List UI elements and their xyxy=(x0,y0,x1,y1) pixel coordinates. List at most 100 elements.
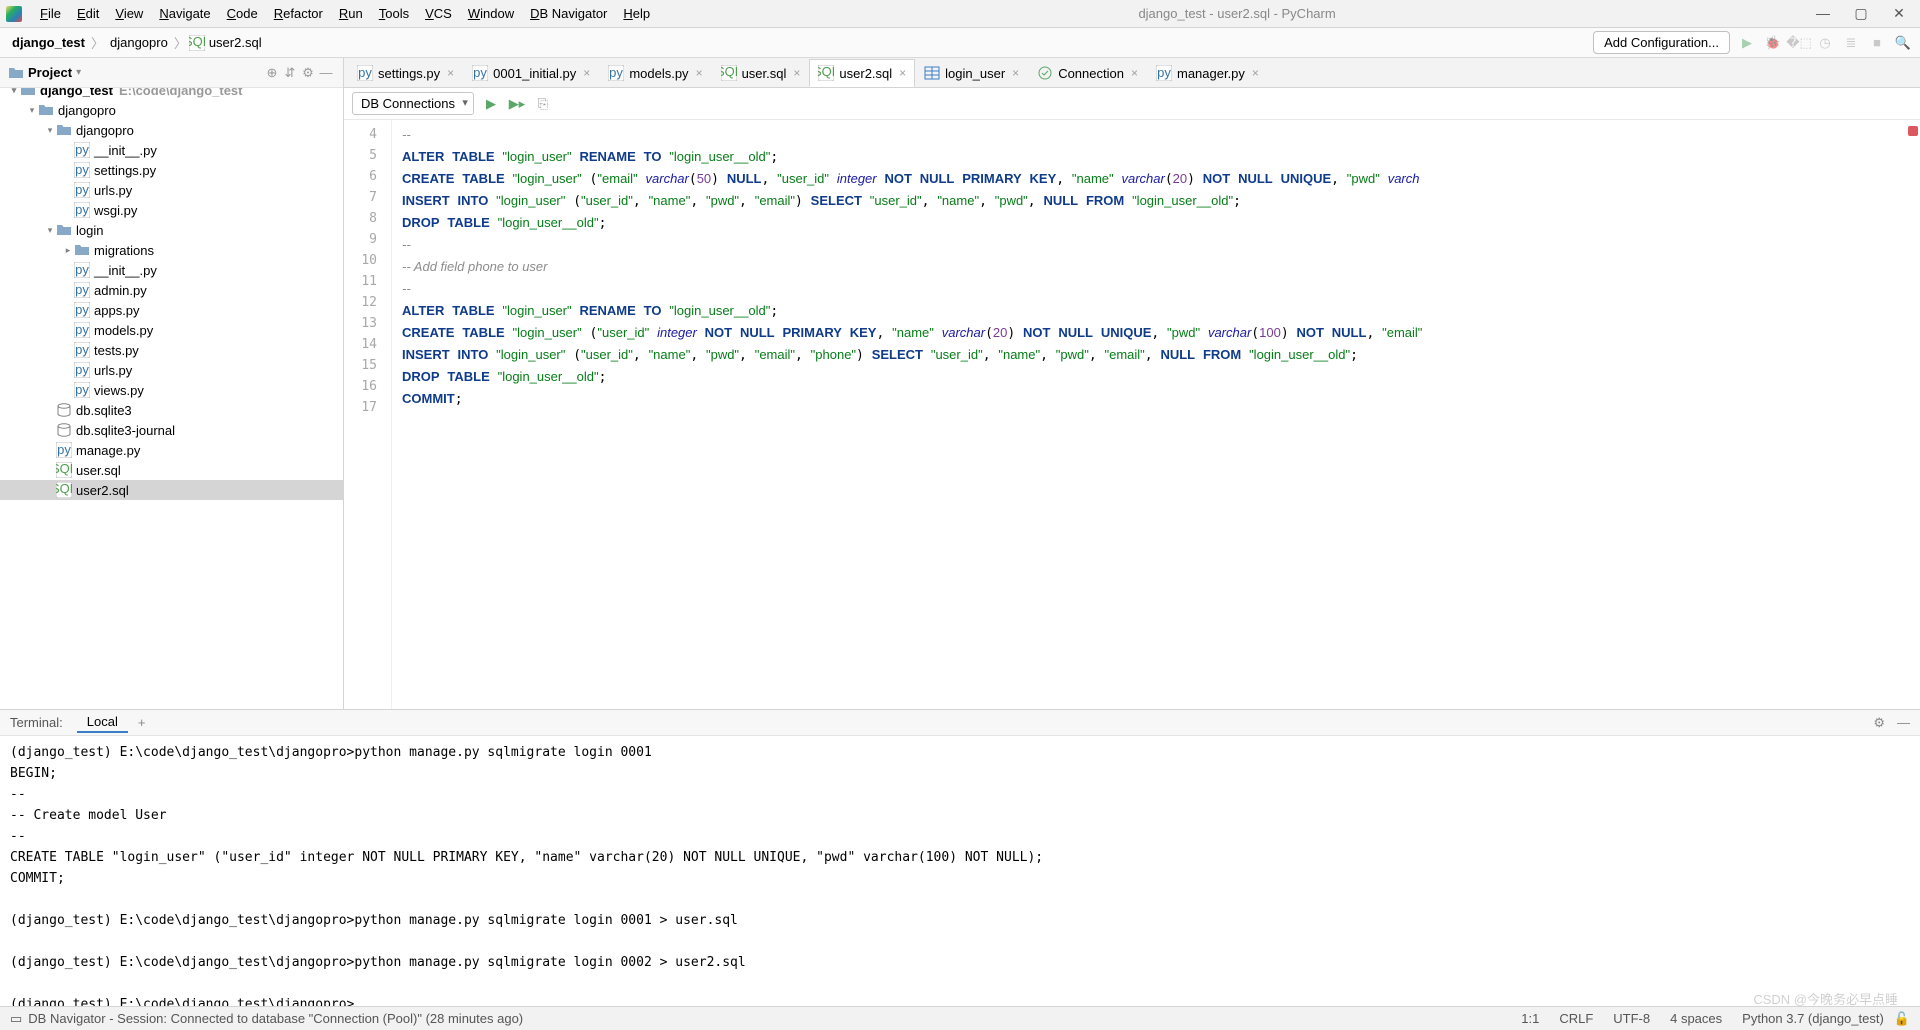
search-icon[interactable]: 🔍 xyxy=(1894,34,1912,52)
tree-node[interactable]: db.sqlite3 xyxy=(0,400,343,420)
db-toolbar: DB Connections ▶ ▶▸ ⎘ xyxy=(344,88,1920,120)
target-icon[interactable]: ⊕ xyxy=(263,64,281,82)
profile-icon[interactable]: ◷ xyxy=(1816,34,1834,52)
tab-close-icon[interactable]: × xyxy=(696,66,703,80)
project-panel-header: Project ▾ ⊕ ⇵ ⚙ — xyxy=(0,58,343,88)
breadcrumb-root[interactable]: django_test xyxy=(8,35,89,50)
tree-node[interactable]: wsgi.py xyxy=(0,200,343,220)
menu-refactor[interactable]: Refactor xyxy=(266,1,331,27)
tree-node[interactable]: manage.py xyxy=(0,440,343,460)
stop-icon[interactable]: ■ xyxy=(1868,34,1886,52)
project-tree[interactable]: ▾django_test E:\code\django_test▾djangop… xyxy=(0,88,343,709)
tree-node[interactable]: user2.sql xyxy=(0,480,343,500)
editor-tab[interactable]: user.sql× xyxy=(712,59,810,87)
status-interpreter[interactable]: Python 3.7 (django_test) xyxy=(1732,1011,1894,1026)
editor-tab[interactable]: 0001_initial.py× xyxy=(463,59,599,87)
editor-tab[interactable]: login_user× xyxy=(915,59,1028,87)
tab-close-icon[interactable]: × xyxy=(583,66,590,80)
menu-edit[interactable]: Edit xyxy=(69,1,107,27)
tab-close-icon[interactable]: × xyxy=(899,66,906,80)
menu-help[interactable]: Help xyxy=(615,1,658,27)
project-tool-window: Project ▾ ⊕ ⇵ ⚙ — ▾django_test E:\code\d… xyxy=(0,58,344,709)
debug-icon[interactable]: 🐞 xyxy=(1764,34,1782,52)
add-terminal-icon[interactable]: + xyxy=(138,715,146,730)
menu-db-navigator[interactable]: DB Navigator xyxy=(522,1,615,27)
status-lock-icon[interactable]: 🔓 xyxy=(1894,1011,1910,1027)
sql-icon xyxy=(721,65,737,81)
project-panel-title[interactable]: Project xyxy=(28,65,72,80)
query-plan-icon[interactable]: ⎘ xyxy=(534,95,552,113)
close-icon[interactable]: ✕ xyxy=(1892,5,1906,22)
tree-node[interactable]: models.py xyxy=(0,320,343,340)
tree-node[interactable]: ▾djangopro xyxy=(0,100,343,120)
db-connections-dropdown[interactable]: DB Connections xyxy=(352,92,474,115)
code-content[interactable]: -- ALTER TABLE "login_user" RENAME TO "l… xyxy=(392,120,1920,709)
menu-tools[interactable]: Tools xyxy=(371,1,417,27)
tree-arrow-icon[interactable]: ▾ xyxy=(44,225,56,236)
menu-vcs[interactable]: VCS xyxy=(417,1,460,27)
attach-icon[interactable]: ≣ xyxy=(1842,34,1860,52)
editor-tab[interactable]: settings.py× xyxy=(348,59,463,87)
status-eol[interactable]: CRLF xyxy=(1549,1011,1603,1026)
tab-close-icon[interactable]: × xyxy=(1012,66,1019,80)
hide-icon[interactable]: — xyxy=(317,64,335,82)
add-configuration-button[interactable]: Add Configuration... xyxy=(1593,31,1730,54)
editor-tab[interactable]: models.py× xyxy=(599,59,711,87)
tree-arrow-icon[interactable]: ▾ xyxy=(26,105,38,116)
tab-close-icon[interactable]: × xyxy=(1131,66,1138,80)
terminal-output[interactable]: (django_test) E:\code\django_test\django… xyxy=(0,736,1920,1006)
tree-node[interactable]: __init__.py xyxy=(0,260,343,280)
tree-node[interactable]: tests.py xyxy=(0,340,343,360)
tree-node[interactable]: ▾ login xyxy=(0,220,343,240)
tab-close-icon[interactable]: × xyxy=(793,66,800,80)
breadcrumb-item[interactable]: djangopro xyxy=(106,35,172,50)
menu-window[interactable]: Window xyxy=(460,1,522,27)
tree-node[interactable]: urls.py xyxy=(0,360,343,380)
run-icon[interactable]: ▶ xyxy=(1738,34,1756,52)
status-indent[interactable]: 4 spaces xyxy=(1660,1011,1732,1026)
folder-icon xyxy=(38,102,54,118)
tree-label: login xyxy=(76,223,103,238)
tree-node[interactable]: user.sql xyxy=(0,460,343,480)
gear-icon[interactable]: ⚙ xyxy=(299,64,317,82)
maximize-icon[interactable]: ▢ xyxy=(1854,5,1868,22)
tree-node[interactable]: apps.py xyxy=(0,300,343,320)
tree-arrow-icon[interactable]: ▾ xyxy=(44,125,56,136)
menu-run[interactable]: Run xyxy=(331,1,371,27)
terminal-tab-local[interactable]: Local xyxy=(77,712,128,733)
tree-node[interactable]: ▾djangopro xyxy=(0,120,343,140)
tree-arrow-icon[interactable]: ▸ xyxy=(62,245,74,256)
code-editor[interactable]: 4567891011121314151617 -- ALTER TABLE "l… xyxy=(344,120,1920,709)
menu-code[interactable]: Code xyxy=(219,1,266,27)
menu-navigate[interactable]: Navigate xyxy=(151,1,218,27)
status-position[interactable]: 1:1 xyxy=(1511,1011,1549,1026)
tab-close-icon[interactable]: × xyxy=(447,66,454,80)
tree-node[interactable]: settings.py xyxy=(0,160,343,180)
menu-view[interactable]: View xyxy=(107,1,151,27)
tab-close-icon[interactable]: × xyxy=(1252,66,1259,80)
tree-node[interactable]: ▾django_test E:\code\django_test xyxy=(0,88,343,100)
editor-tab[interactable]: Connection× xyxy=(1028,59,1147,87)
tree-node[interactable]: views.py xyxy=(0,380,343,400)
minimize-icon[interactable]: — xyxy=(1816,5,1830,22)
tree-node[interactable]: db.sqlite3-journal xyxy=(0,420,343,440)
expand-icon[interactable]: ⇵ xyxy=(281,64,299,82)
coverage-icon[interactable]: �⬚ xyxy=(1790,34,1808,52)
status-rect-icon[interactable]: ▭ xyxy=(10,1011,22,1027)
editor-tab[interactable]: user2.sql× xyxy=(809,59,915,87)
execute-icon[interactable]: ▶ xyxy=(482,95,500,113)
tree-node[interactable]: ▸migrations xyxy=(0,240,343,260)
tree-node[interactable]: __init__.py xyxy=(0,140,343,160)
status-encoding[interactable]: UTF-8 xyxy=(1603,1011,1660,1026)
execute-script-icon[interactable]: ▶▸ xyxy=(508,95,526,113)
tree-arrow-icon[interactable]: ▾ xyxy=(8,88,20,96)
terminal-hide-icon[interactable]: — xyxy=(1897,715,1910,731)
terminal-settings-icon[interactable]: ⚙ xyxy=(1873,715,1885,731)
breadcrumb-file[interactable]: user2.sql xyxy=(205,35,266,50)
tree-node[interactable]: admin.py xyxy=(0,280,343,300)
chevron-down-icon[interactable]: ▾ xyxy=(76,67,81,78)
editor-tab[interactable]: manager.py× xyxy=(1147,59,1268,87)
menu-file[interactable]: File xyxy=(32,1,69,27)
error-stripe-icon[interactable] xyxy=(1908,126,1918,136)
tree-node[interactable]: urls.py xyxy=(0,180,343,200)
